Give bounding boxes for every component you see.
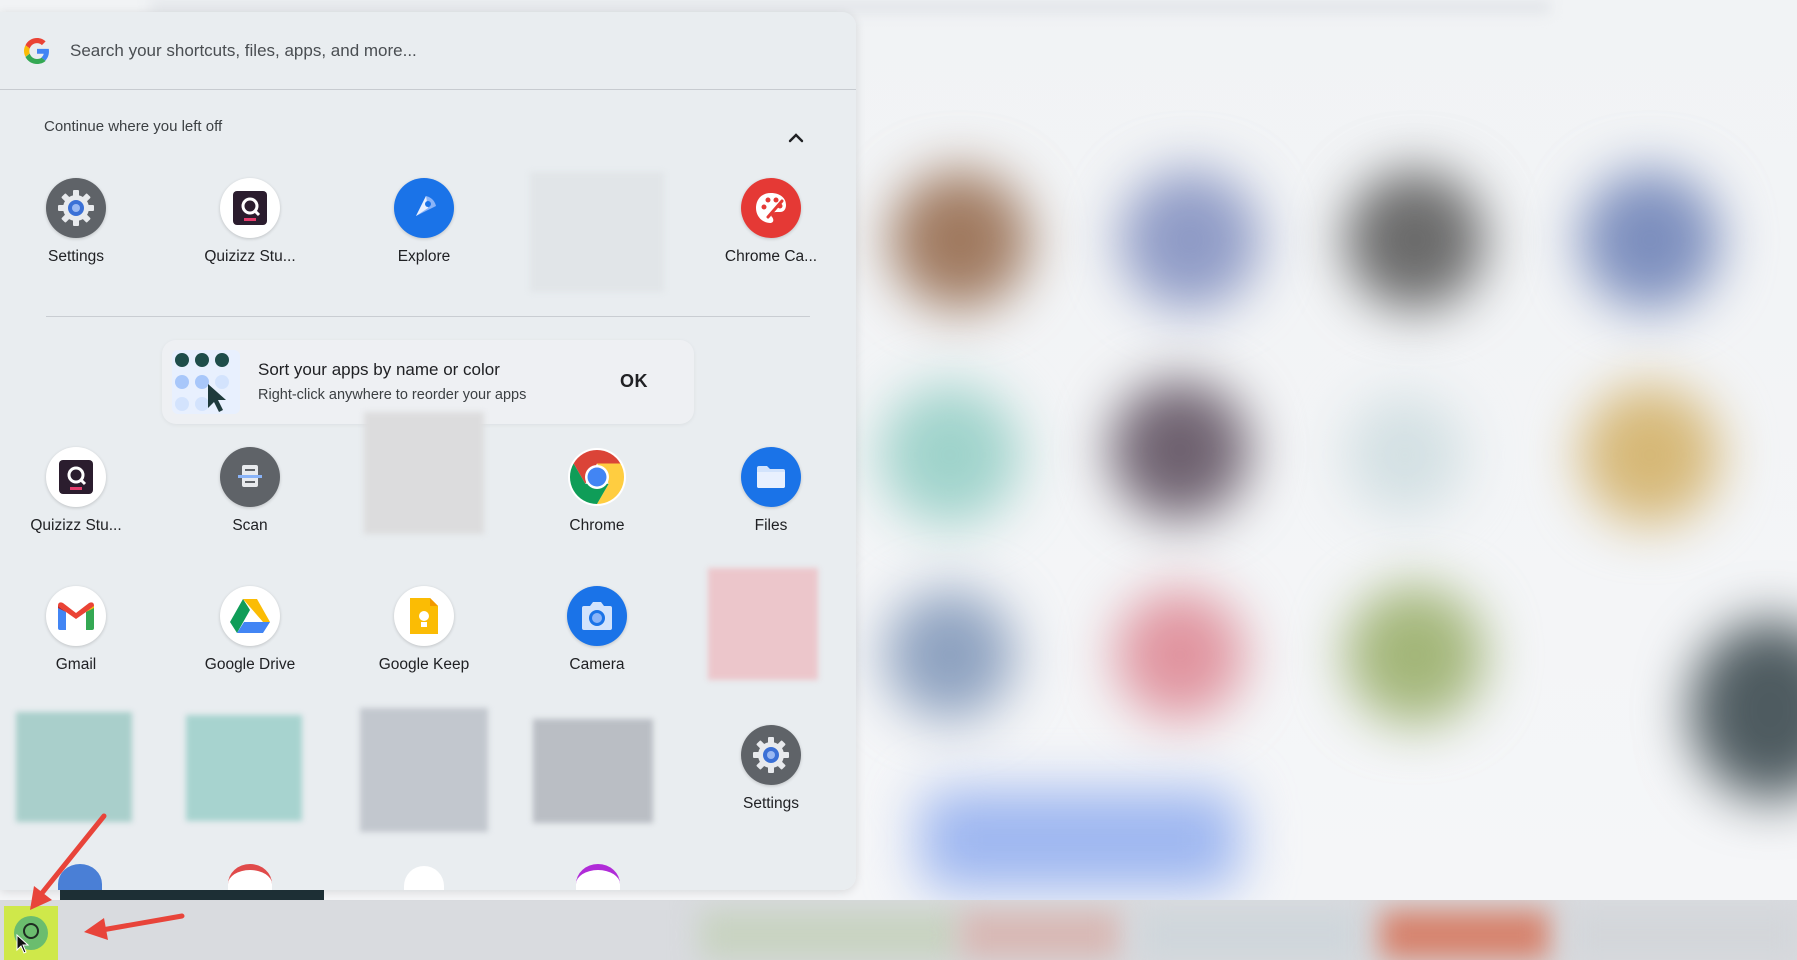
blurred-app [1110, 380, 1250, 520]
app-label: Chrome [569, 517, 625, 534]
blurred-placeholder [530, 172, 664, 292]
blurred-shelf-icons [1570, 910, 1797, 960]
app-google-drive[interactable]: Google Drive [175, 586, 325, 674]
app-google-keep[interactable]: Google Keep [349, 586, 499, 674]
app-label: Chrome Ca... [724, 248, 818, 265]
app-scan[interactable]: Scan [175, 447, 325, 535]
google-g-icon [24, 38, 49, 64]
camera-icon [567, 586, 627, 646]
blurred-app [1580, 170, 1720, 310]
app-label: Google Keep [378, 656, 470, 673]
blurred-placeholder [708, 568, 818, 680]
nudge-subtitle: Right-click anywhere to reorder your app… [258, 387, 527, 403]
blurred-app [1120, 170, 1260, 310]
partial-app-icon [404, 866, 444, 890]
blurred-shelf-icons [1140, 910, 1360, 960]
app-camera[interactable]: Camera [522, 586, 672, 674]
blurred-app [1345, 395, 1465, 515]
google-keep-icon [394, 586, 454, 646]
continue-item-quizizz[interactable]: Quizizz Stu... [175, 178, 325, 266]
nudge-title: Sort your apps by name or color [258, 360, 500, 379]
blurred-placeholder [16, 712, 132, 822]
chrome-icon [567, 447, 627, 507]
chevron-up-icon [788, 133, 804, 143]
scan-icon [220, 447, 280, 507]
blurred-app [885, 590, 1015, 720]
blurred-shelf-icons [960, 910, 1120, 960]
app-label: Quizizz Stu... [30, 517, 122, 534]
blurred-app [1580, 385, 1720, 525]
quizizz-icon [220, 178, 280, 238]
partial-app-icon [576, 864, 620, 890]
search-input[interactable] [70, 34, 810, 68]
blurred-shelf-icons [700, 910, 960, 960]
settings-icon [741, 725, 801, 785]
app-label: Settings [47, 248, 104, 265]
gmail-icon [46, 586, 106, 646]
app-launcher: Continue where you left off Settings [0, 12, 856, 890]
quizizz-icon [46, 447, 106, 507]
mouse-cursor-icon [16, 934, 30, 954]
app-quizizz[interactable]: Quizizz Stu... [1, 447, 151, 535]
google-drive-icon [220, 586, 280, 646]
nudge-ok-button[interactable]: OK [604, 358, 664, 404]
app-label: Gmail [55, 656, 97, 673]
shelf [0, 900, 1797, 960]
blurred-app [1345, 585, 1485, 725]
partial-app-icon [228, 864, 272, 890]
continue-item-settings[interactable]: Settings [1, 178, 151, 266]
blurred-app [880, 385, 1020, 525]
files-icon [741, 447, 801, 507]
app-label: Google Drive [204, 656, 296, 673]
continue-section-title: Continue where you left off [44, 118, 223, 135]
app-chrome[interactable]: Chrome [522, 447, 672, 535]
app-label: Camera [569, 656, 625, 673]
app-gmail[interactable]: Gmail [1, 586, 151, 674]
blurred-app [890, 170, 1030, 310]
app-files[interactable]: Files [696, 447, 846, 535]
blurred-placeholder [364, 412, 484, 534]
blurred-button [920, 790, 1240, 890]
blurred-app [1690, 620, 1797, 800]
settings-icon [46, 178, 106, 238]
explore-icon [394, 178, 454, 238]
app-label: Scan [232, 517, 268, 534]
blurred-app [1345, 170, 1485, 310]
collapse-button[interactable] [782, 124, 810, 152]
annotation-arrow-icon [84, 913, 185, 940]
annotation-arrow-icon [30, 813, 107, 910]
search-bar [0, 12, 856, 90]
chrome-canvas-icon [741, 178, 801, 238]
continue-item-chrome-canvas[interactable]: Chrome Ca... [696, 178, 846, 266]
app-label: Explore [397, 248, 451, 265]
blurred-placeholder [360, 708, 488, 832]
blurred-shelf-icons [1380, 910, 1550, 960]
continue-item-explore[interactable]: Explore [349, 178, 499, 266]
section-divider [46, 316, 810, 317]
app-label: Settings [742, 795, 799, 812]
blurred-placeholder [186, 715, 302, 821]
sort-illustration-icon [172, 350, 240, 414]
blurred-placeholder [533, 719, 653, 823]
app-label: Files [754, 517, 788, 534]
launcher-button[interactable] [4, 906, 58, 960]
blurred-app [1115, 590, 1245, 720]
app-settings[interactable]: Settings [696, 725, 846, 813]
app-label: Quizizz Stu... [204, 248, 296, 265]
